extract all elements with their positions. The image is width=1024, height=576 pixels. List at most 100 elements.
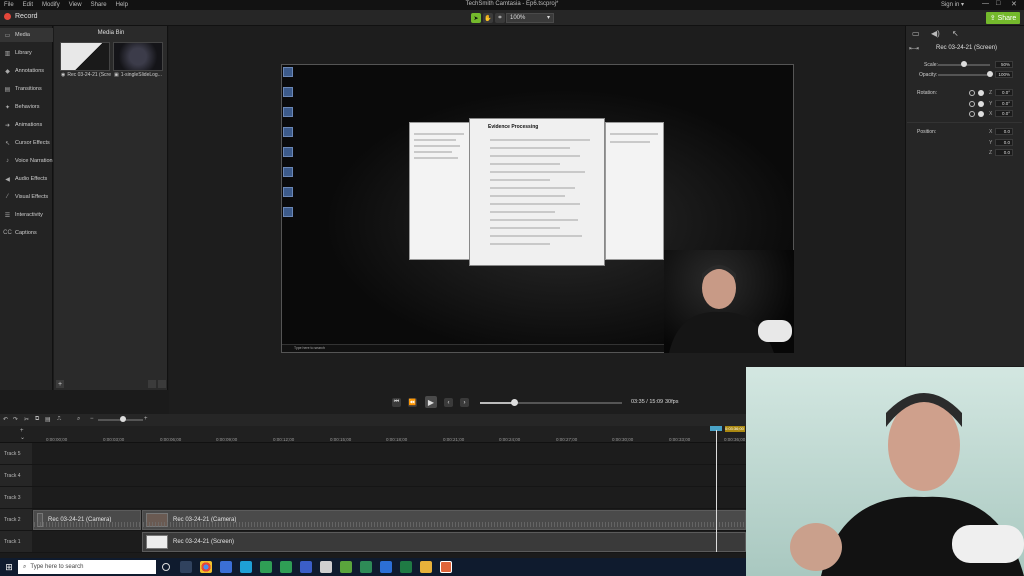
sidebar-item-cursor-effects[interactable]: ↖ Cursor Effects (0, 136, 53, 150)
task-view-icon[interactable] (180, 561, 192, 573)
play-button[interactable]: ▶ (425, 396, 437, 408)
opacity-slider[interactable] (938, 74, 990, 76)
track-header-2[interactable]: Track 2 (0, 509, 32, 531)
previous-icon[interactable]: ‹ (444, 398, 453, 407)
sidebar-item-library[interactable]: ▥ Library (0, 46, 53, 60)
timeline-zoom-knob[interactable] (119, 416, 126, 422)
cut-icon[interactable]: ✂ (24, 416, 29, 423)
rotation-y-knob[interactable] (978, 101, 984, 107)
rotation-z-value[interactable]: 0.0° (995, 89, 1013, 96)
app-icon[interactable] (220, 561, 232, 573)
playhead[interactable] (716, 430, 717, 552)
sign-in-link[interactable]: Sign in ▾ (941, 1, 964, 8)
scale-label: Scale: (924, 62, 938, 68)
rotation-z-knob[interactable] (978, 90, 984, 96)
track-header-1[interactable]: Track 1 (0, 531, 32, 553)
record-button[interactable]: Record (4, 13, 38, 20)
share-button[interactable]: ⇪ Share (986, 12, 1020, 24)
track-row-5[interactable] (32, 443, 746, 465)
windows-start-icon[interactable]: ⊞ (3, 561, 15, 573)
close-icon[interactable]: ✕ (1011, 0, 1017, 8)
position-z-value[interactable]: 0.0 (995, 149, 1013, 156)
rewind-icon[interactable]: ⏮ (392, 398, 401, 407)
zoom-in-icon[interactable]: + (144, 416, 148, 422)
opacity-value[interactable]: 100% (995, 71, 1013, 78)
app-icon[interactable] (280, 561, 292, 573)
ruler-tick: 0:00:09;00 (216, 437, 238, 442)
app-icon[interactable] (380, 561, 392, 573)
rotation-z-dial-icon[interactable] (969, 90, 975, 96)
split-icon[interactable]: ⎍ (57, 416, 61, 423)
position-y-value[interactable]: 0.0 (995, 139, 1013, 146)
sidebar-item-audio-effects[interactable]: ◀ Audio Effects (0, 172, 53, 186)
scrubber-knob[interactable] (510, 399, 518, 406)
scale-value[interactable]: 50% (995, 61, 1013, 68)
sidebar-item-captions[interactable]: CC Captions (0, 226, 53, 240)
track-header-4[interactable]: Track 4 (0, 465, 32, 487)
rotation-x-knob[interactable] (978, 111, 984, 117)
app-icon[interactable] (340, 561, 352, 573)
ruler-tick: 0:00:06;00 (160, 437, 182, 442)
timeline-clip-screen[interactable]: Rec 03-24-21 (Screen) (142, 532, 746, 552)
visual-properties-icon[interactable]: ▭ (912, 29, 920, 38)
grid-view-icon[interactable] (148, 380, 156, 388)
maximize-icon[interactable]: □ (996, 0, 1000, 7)
add-media-button[interactable]: + (56, 380, 64, 388)
position-x-value[interactable]: 0.0 (995, 128, 1013, 135)
paste-icon[interactable]: ▤ (45, 416, 51, 423)
edge-icon[interactable] (240, 561, 252, 573)
camera-overlay-preview[interactable] (664, 250, 794, 353)
rotation-y-dial-icon[interactable] (969, 101, 975, 107)
taskbar-search-box[interactable]: ⌕ Type here to search (18, 560, 156, 574)
minimize-icon[interactable]: — (982, 0, 989, 7)
step-back-icon[interactable]: ⏪ (408, 398, 417, 407)
app-icon[interactable] (360, 561, 372, 573)
sidebar-item-animations[interactable]: ➜ Animations (0, 118, 53, 132)
app-icon[interactable] (260, 561, 272, 573)
animation-icon: ➜ (4, 122, 11, 129)
track-header-5[interactable]: Track 5 (0, 443, 32, 465)
sidebar-item-media[interactable]: ▭ Media (0, 28, 53, 42)
chrome-icon[interactable] (200, 561, 212, 573)
app-icon[interactable] (300, 561, 312, 573)
rotation-x-value[interactable]: 0.0° (995, 110, 1013, 117)
zoom-out-icon[interactable]: − (90, 416, 94, 422)
sidebar-item-interactivity[interactable]: ☰ Interactivity (0, 208, 53, 222)
scale-knob[interactable] (961, 61, 967, 67)
track-row-4[interactable] (32, 465, 746, 487)
track-header-3[interactable]: Track 3 (0, 487, 32, 509)
sidebar-item-transitions[interactable]: ▤ Transitions (0, 82, 53, 96)
redo-icon[interactable]: ↷ (13, 416, 18, 423)
copy-icon[interactable]: ⧉ (35, 416, 39, 423)
excel-icon[interactable] (400, 561, 412, 573)
opacity-knob[interactable] (987, 71, 993, 77)
sidebar-item-annotations[interactable]: ◆ Annotations (0, 64, 53, 78)
timeline-clip-camera[interactable]: Rec 03-24-21 (Camera) (33, 510, 141, 530)
cursor-properties-icon[interactable]: ↖ (952, 29, 959, 38)
list-view-icon[interactable] (158, 380, 166, 388)
sidebar-item-visual-effects[interactable]: ⁄ Visual Effects (0, 190, 53, 204)
ruler-tick: 0:00:18;00 (386, 437, 408, 442)
folder-icon[interactable] (420, 561, 432, 573)
rotation-y-value[interactable]: 0.0° (995, 100, 1013, 107)
audio-properties-icon[interactable]: ◀) (931, 29, 940, 38)
undo-icon[interactable]: ↶ (3, 416, 8, 423)
timeline-clip-camera[interactable]: Rec 03-24-21 (Camera) (142, 510, 746, 530)
media-thumbnail-screen[interactable] (60, 42, 110, 71)
scrubber-progress (480, 402, 514, 404)
select-tool-icon[interactable]: ➤ (471, 13, 481, 23)
pan-tool-icon[interactable]: ✋ (483, 13, 493, 23)
media-thumbnail-slide[interactable] (113, 42, 163, 71)
camtasia-icon[interactable] (440, 561, 452, 573)
rotation-x-dial-icon[interactable] (969, 111, 975, 117)
zoom-search-icon[interactable]: ⌕ (77, 416, 80, 423)
collapse-tracks-icon[interactable]: ⌄ (20, 434, 25, 441)
sidebar-item-voice-narration[interactable]: ♪ Voice Narration (0, 154, 53, 168)
next-icon[interactable]: › (460, 398, 469, 407)
cortana-icon[interactable] (162, 563, 170, 571)
app-icon[interactable] (320, 561, 332, 573)
crop-tool-icon[interactable]: ⌗ (495, 13, 505, 23)
zoom-select[interactable]: 100% ▾ (506, 13, 554, 23)
sidebar-item-behaviors[interactable]: ✦ Behaviors (0, 100, 53, 114)
track-row-3[interactable] (32, 487, 746, 509)
